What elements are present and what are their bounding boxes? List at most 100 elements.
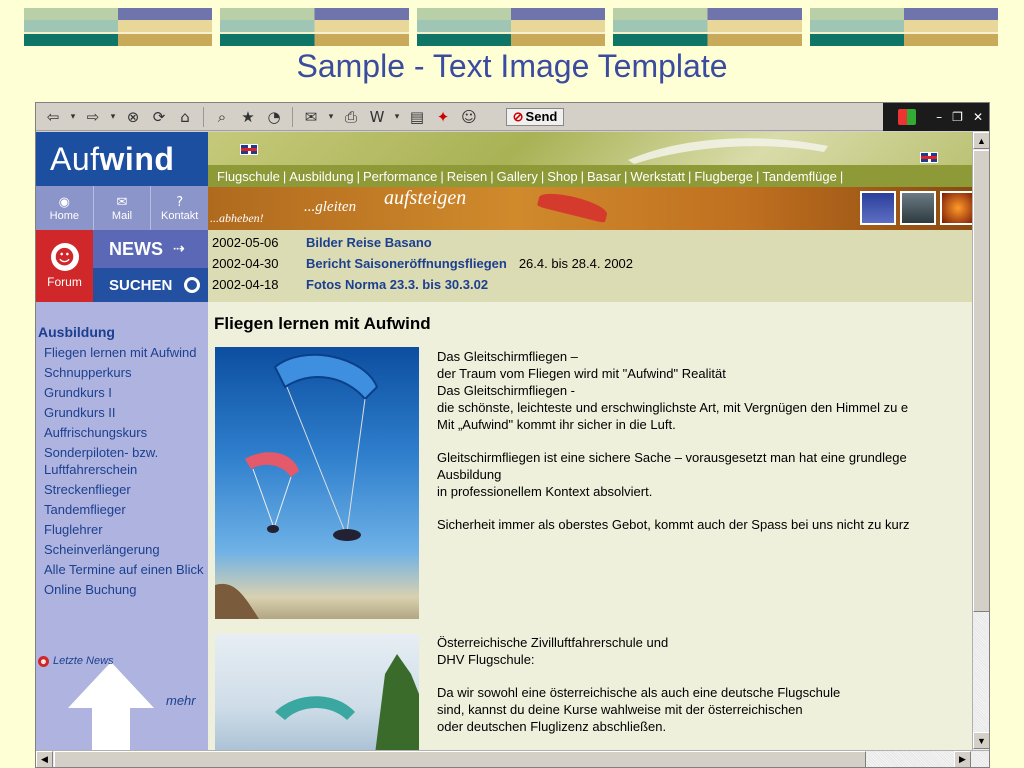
more-link[interactable]: mehr [166, 693, 196, 708]
mail-dropdown-icon[interactable]: ▾ [326, 107, 336, 127]
menu-item-ausbildung[interactable]: Ausbildung [286, 169, 356, 184]
scroll-right-icon[interactable]: ▶ [954, 751, 971, 767]
user-icon[interactable]: ☺ [458, 107, 480, 127]
news-title[interactable]: Bilder Reise Basano [306, 235, 432, 250]
site-logo[interactable]: Auf wind [36, 132, 208, 186]
scroll-up-icon[interactable]: ▲ [973, 132, 989, 149]
decorative-banner [613, 8, 802, 46]
nav-item-tandemflieger[interactable]: Tandemflieger [44, 501, 204, 518]
vertical-scrollbar[interactable]: ▲ ▼ [972, 132, 989, 750]
restore-icon[interactable]: ❐ [952, 110, 963, 124]
back-dropdown-icon[interactable]: ▾ [68, 107, 78, 127]
print-icon[interactable]: ⎙ [340, 107, 362, 127]
search-button[interactable]: SUCHEN [93, 268, 208, 302]
mail-label: Mail [111, 209, 133, 222]
nav-item-grundkurs-2[interactable]: Grundkurs II [44, 404, 204, 421]
send-button[interactable]: ⊘ Send [506, 107, 564, 126]
news-title[interactable]: Fotos Norma 23.3. bis 30.3.02 [306, 277, 488, 292]
refresh-icon[interactable]: ⟳ [148, 107, 170, 127]
slogan-word-2: ...gleiten [304, 199, 357, 215]
menu-divider: | [839, 168, 844, 184]
thumbnail-image[interactable] [860, 191, 896, 225]
menu-item-tandemfluege[interactable]: Tandemflüge [759, 169, 839, 184]
nav-list: Fliegen lernen mit Aufwind Schnupperkurs… [44, 344, 204, 601]
send-icon: ⊘ [512, 108, 524, 124]
menu-item-basar[interactable]: Basar [584, 169, 624, 184]
dotted-arrow-icon: ⇢ [173, 241, 185, 257]
close-icon[interactable]: ✕ [973, 110, 983, 124]
back-arrow-icon[interactable]: ⇦ [42, 107, 64, 127]
intro-paragraph-2: Gleitschirmfliegen ist eine sichere Sach… [437, 450, 907, 499]
messenger-icon[interactable]: ✦ [432, 107, 454, 127]
discuss-icon[interactable]: ▤ [406, 107, 428, 127]
scroll-left-icon[interactable]: ◀ [36, 751, 53, 767]
glider-wing-icon [628, 138, 828, 164]
slogan-banner: ...abheben! ...gleiten aufsteigen [208, 187, 972, 230]
menu-item-flugschule[interactable]: Flugschule [214, 169, 283, 184]
vertical-scroll-thumb[interactable] [973, 150, 989, 612]
edit-dropdown-icon[interactable]: ▾ [392, 107, 402, 127]
menu-item-performance[interactable]: Performance [360, 169, 440, 184]
uk-flag-icon[interactable] [920, 152, 938, 163]
news-row[interactable]: 2002-04-30 Bericht Saisoneröffnungsflieg… [212, 256, 633, 271]
mail-link[interactable]: ✉ Mail [94, 186, 152, 230]
nav-item-alle-termine[interactable]: Alle Termine auf einen Blick [44, 561, 204, 578]
nav-item-fliegen-lernen[interactable]: Fliegen lernen mit Aufwind [44, 344, 204, 361]
news-row[interactable]: 2002-04-18 Fotos Norma 23.3. bis 30.3.02 [212, 277, 500, 292]
paraglider-photo-2 [215, 634, 419, 750]
school-text: Österreichische Zivilluftfahrerschule un… [437, 634, 972, 750]
thumbnail-image[interactable] [900, 191, 936, 225]
favorites-icon[interactable]: ★ [237, 107, 259, 127]
nav-item-grundkurs-1[interactable]: Grundkurs I [44, 384, 204, 401]
toolbar-divider [292, 106, 293, 127]
forward-arrow-icon[interactable]: ⇨ [82, 107, 104, 127]
smiley-icon: ☻ [50, 243, 79, 271]
nav-item-schnupperkurs[interactable]: Schnupperkurs [44, 364, 204, 381]
scroll-down-icon[interactable]: ▼ [973, 732, 989, 749]
nav-item-online-buchung[interactable]: Online Buchung [44, 581, 204, 598]
school-paragraph-1: Österreichische Zivilluftfahrerschule un… [437, 635, 669, 667]
horizontal-scrollbar[interactable]: ◀ ▶ [36, 750, 989, 767]
history-icon[interactable]: ◔ [263, 107, 285, 127]
uk-flag-icon[interactable] [240, 144, 258, 155]
send-label: Send [525, 109, 558, 124]
thumbnail-image[interactable] [940, 191, 972, 225]
forum-button[interactable]: ☻ Forum [36, 230, 93, 302]
menu-item-reisen[interactable]: Reisen [444, 169, 490, 184]
latest-news-link[interactable]: ☻ Letzte News [38, 655, 114, 667]
menu-item-flugberge[interactable]: Flugberge [691, 169, 756, 184]
toolbar-divider [203, 106, 204, 127]
up-arrow-icon [68, 662, 154, 750]
envelope-icon: ✉ [116, 194, 128, 210]
menu-item-shop[interactable]: Shop [544, 169, 580, 184]
page-title: Fliegen lernen mit Aufwind [214, 314, 431, 333]
news-row[interactable]: 2002-05-06 Bilder Reise Basano [212, 235, 444, 250]
kontakt-link[interactable]: ? Kontakt [151, 186, 208, 230]
edit-word-icon[interactable]: W [366, 107, 388, 127]
minimize-icon[interactable]: – [936, 110, 942, 124]
latest-news-label: Letzte News [53, 655, 114, 667]
news-button[interactable]: NEWS ⇢ [93, 230, 208, 268]
paraglider-illustration [215, 353, 379, 619]
nav-item-auffrischungskurs[interactable]: Auffrischungskurs [44, 424, 204, 441]
forward-dropdown-icon[interactable]: ▾ [108, 107, 118, 127]
news-date: 2002-04-18 [212, 277, 279, 292]
menu-item-werkstatt[interactable]: Werkstatt [627, 169, 688, 184]
mail-icon[interactable]: ✉ [300, 107, 322, 127]
search-icon[interactable]: ⌕ [211, 107, 233, 127]
nav-item-fluglehrer[interactable]: Fluglehrer [44, 521, 204, 538]
nav-item-streckenflieger[interactable]: Streckenflieger [44, 481, 204, 498]
nav-item-sonderpiloten[interactable]: Sonderpiloten- bzw. Luftfahrerschein [44, 444, 204, 478]
news-strip: 2002-05-06 Bilder Reise Basano 2002-04-3… [208, 230, 972, 302]
decorative-banner [809, 8, 999, 46]
logo-text-bold: wind [99, 140, 175, 177]
horizontal-scroll-thumb[interactable] [54, 751, 866, 767]
home-icon[interactable]: ⌂ [174, 107, 196, 127]
stop-icon[interactable]: ⊗ [122, 107, 144, 127]
news-title[interactable]: Bericht Saisoneröffnungsfliegen [306, 256, 507, 271]
nav-item-scheinverlaengerung[interactable]: Scheinverlängerung [44, 541, 204, 558]
home-dot-icon: ◉ [58, 194, 70, 210]
menu-item-gallery[interactable]: Gallery [494, 169, 541, 184]
home-link[interactable]: ◉ Home [36, 186, 94, 230]
nav-section-title: Ausbildung [38, 324, 115, 340]
